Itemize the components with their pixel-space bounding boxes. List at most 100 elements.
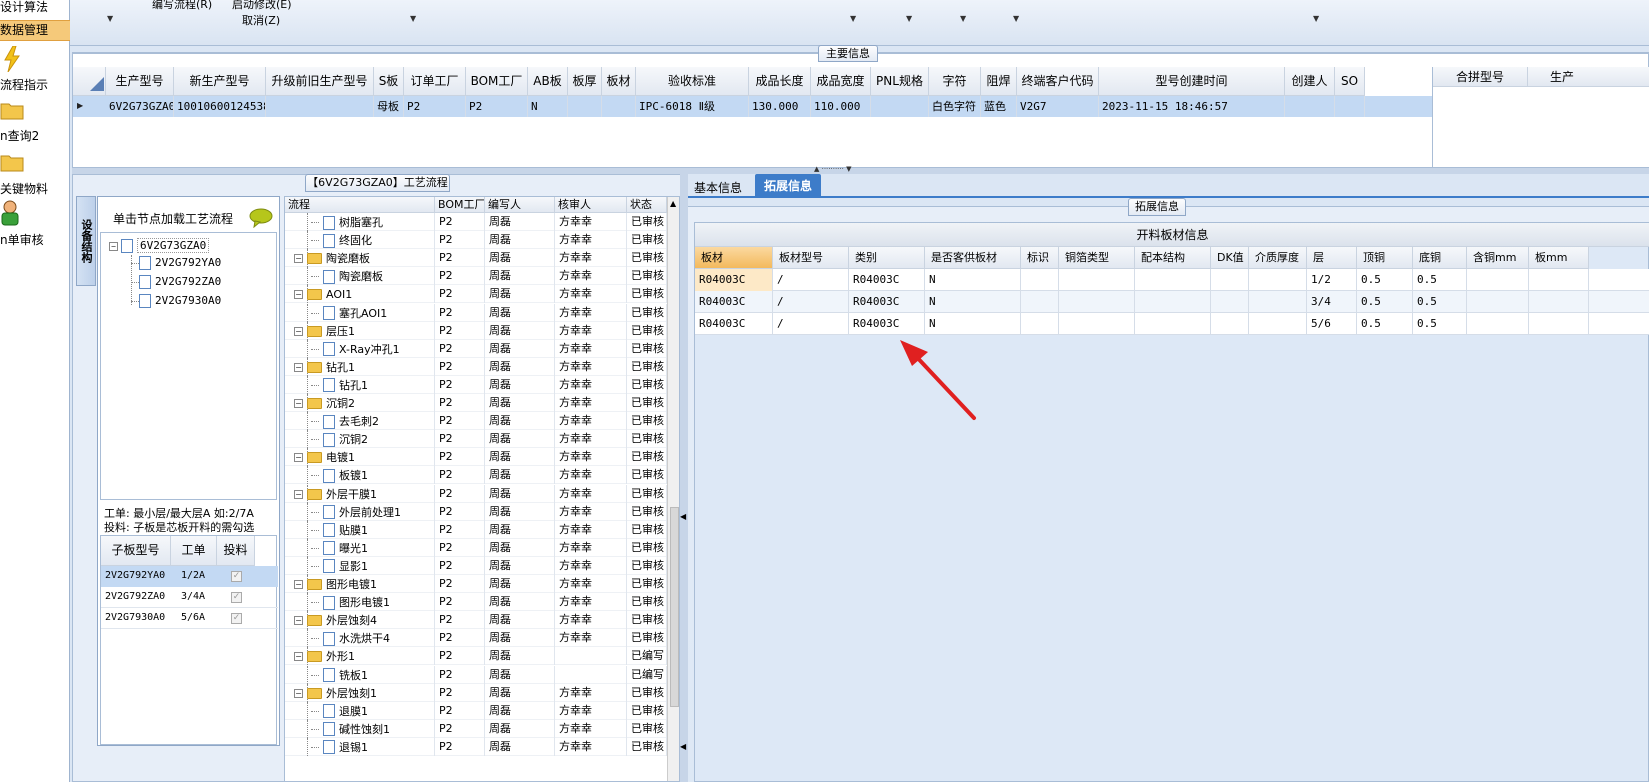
table-cell[interactable]: 10010600124538	[174, 96, 266, 117]
table-row[interactable]: 去毛刺2 P2 周磊 方幸幸 已审核	[285, 412, 667, 431]
table-cell[interactable]	[1059, 269, 1135, 291]
table-cell[interactable]	[1249, 291, 1307, 313]
table-cell[interactable]: V2G7	[1017, 96, 1099, 117]
nav-item-data-mgmt[interactable]: 数据管理	[0, 20, 70, 41]
table-cell[interactable]	[1335, 96, 1365, 117]
process-node[interactable]: − 陶瓷磨板	[285, 249, 435, 268]
table-row[interactable]: 曝光1 P2 周磊 方幸幸 已审核	[285, 538, 667, 557]
table-row[interactable]: 树脂塞孔 P2 周磊 方幸幸 已审核	[285, 213, 667, 231]
dropdown-arrow-icon[interactable]: ▼	[1013, 14, 1019, 23]
table-row[interactable]: − AOI1 P2 周磊 方幸幸 已审核	[285, 285, 667, 304]
column-header[interactable]: 升级前旧生产型号	[266, 67, 374, 96]
process-node[interactable]: − 外层蚀刻4	[285, 611, 435, 630]
column-header[interactable]: 编写人	[485, 197, 555, 213]
column-header[interactable]: 底铜	[1413, 247, 1467, 269]
process-node[interactable]: − 外层蚀刻1	[285, 683, 435, 702]
table-cell[interactable]	[1467, 291, 1529, 313]
table-row[interactable]: − 图形电镀1 P2 周磊 方幸幸 已审核	[285, 575, 667, 593]
column-header[interactable]: DK值	[1211, 247, 1249, 269]
table-cell[interactable]	[1021, 269, 1059, 291]
process-node[interactable]: X-Ray冲孔1	[285, 339, 435, 358]
column-header[interactable]: 标识	[1021, 247, 1059, 269]
column-header[interactable]: 板材	[695, 247, 773, 269]
table-row[interactable]: − 电镀1 P2 周磊 方幸幸 已审核	[285, 448, 667, 467]
nav-item-process-guide[interactable]: 流程指示	[0, 76, 70, 92]
process-node[interactable]: 曝光1	[285, 538, 435, 557]
process-node[interactable]: − 沉铜2	[285, 394, 435, 412]
column-header[interactable]: 板mm	[1529, 247, 1589, 269]
column-header[interactable]: 订单工厂	[404, 67, 466, 96]
table-row[interactable]: − 沉铜2 P2 周磊 方幸幸 已审核	[285, 394, 667, 412]
table-cell[interactable]: 0.5	[1357, 313, 1413, 335]
table-cell[interactable]: 0.5	[1357, 291, 1413, 313]
table-cell[interactable]: 1/2	[1307, 269, 1357, 291]
table-cell[interactable]: P2	[466, 96, 528, 117]
process-node[interactable]: − 外层干膜1	[285, 484, 435, 503]
table-row[interactable]: − 外形1 P2 周磊 已编写	[285, 647, 667, 666]
table-cell[interactable]	[1249, 269, 1307, 291]
column-header[interactable]: 铜箔类型	[1059, 247, 1135, 269]
nav-item-key-material[interactable]: 关键物料	[0, 180, 70, 196]
table-cell[interactable]	[1529, 291, 1589, 313]
table-cell[interactable]	[1211, 313, 1249, 335]
process-node[interactable]: 陶瓷磨板	[285, 267, 435, 286]
collapse-icon[interactable]: −	[294, 453, 303, 463]
column-header[interactable]: 新生产型号	[174, 67, 266, 96]
table-cell[interactable]	[1135, 313, 1211, 335]
table-row[interactable]: R04003C / R04003C N 1/2 0.5 0.5	[695, 269, 1649, 291]
column-header[interactable]: AB板	[528, 67, 568, 96]
feed-checkbox[interactable]: ✓	[231, 571, 242, 582]
table-cell[interactable]	[602, 96, 636, 117]
column-header[interactable]: 状态	[627, 197, 667, 213]
tree-node[interactable]: 2V2G792YA0	[131, 256, 221, 270]
table-cell[interactable]: 5/6	[1307, 313, 1357, 335]
collapse-icon[interactable]: −	[109, 241, 118, 251]
collapse-icon[interactable]: −	[294, 688, 303, 698]
table-cell[interactable]: N	[925, 269, 1021, 291]
table-row[interactable]: 贴膜1 P2 周磊 方幸幸 已审核	[285, 520, 667, 539]
feed-checkbox[interactable]: ✓	[231, 592, 242, 603]
table-cell[interactable]: N	[528, 96, 568, 117]
table-cell[interactable]	[1529, 313, 1589, 335]
vertical-splitter[interactable]: ◀ ◀	[680, 174, 688, 782]
process-node[interactable]: 塞孔AOI1	[285, 303, 435, 322]
collapse-icon[interactable]: −	[294, 580, 303, 589]
column-header[interactable]: 配本结构	[1135, 247, 1211, 269]
process-node[interactable]: 沉铜2	[285, 430, 435, 449]
tab-structure[interactable]: 设备结构	[76, 196, 96, 286]
table-cell[interactable]	[1467, 269, 1529, 291]
column-header[interactable]: S板	[374, 67, 404, 96]
table-cell[interactable]: R04003C	[849, 269, 925, 291]
process-node[interactable]: 退锡1	[285, 737, 435, 756]
dropdown-arrow-icon[interactable]: ▼	[107, 14, 113, 23]
dropdown-arrow-icon[interactable]: ▼	[960, 14, 966, 23]
table-row[interactable]: − 陶瓷磨板 P2 周磊 方幸幸 已审核	[285, 249, 667, 268]
table-cell[interactable]: R04003C	[695, 269, 773, 291]
tree-node[interactable]: 2V2G7930A0	[131, 294, 221, 308]
column-header[interactable]: 顶铜	[1357, 247, 1413, 269]
table-cell[interactable]: IPC-6018 Ⅱ级	[636, 96, 749, 117]
table-cell[interactable]	[1467, 313, 1529, 335]
table-cell[interactable]: 2023-11-15 18:46:57	[1099, 96, 1285, 117]
table-row[interactable]: − 外层蚀刻4 P2 周磊 方幸幸 已审核	[285, 611, 667, 630]
nav-item-query2[interactable]: n查询2	[0, 127, 70, 143]
table-cell[interactable]	[871, 96, 929, 117]
collapse-icon[interactable]: −	[294, 290, 303, 300]
column-header[interactable]: PNL规格	[871, 67, 929, 96]
column-header[interactable]: 介质厚度	[1249, 247, 1307, 269]
table-row[interactable]: 沉铜2 P2 周磊 方幸幸 已审核	[285, 430, 667, 449]
table-row[interactable]: 外层前处理1 P2 周磊 方幸幸 已审核	[285, 502, 667, 521]
table-row[interactable]: 退膜1 P2 周磊 方幸幸 已审核	[285, 701, 667, 720]
table-cell[interactable]	[1021, 291, 1059, 313]
table-cell[interactable]	[1021, 313, 1059, 335]
process-node[interactable]: 贴膜1	[285, 520, 435, 539]
column-header[interactable]: SO	[1335, 67, 1365, 96]
table-row[interactable]: 碱性蚀刻1 P2 周磊 方幸幸 已审核	[285, 719, 667, 738]
table-cell[interactable]: 母板	[374, 96, 404, 117]
table-cell[interactable]: 110.000	[811, 96, 871, 117]
column-header[interactable]: 板厚	[568, 67, 602, 96]
tree-node[interactable]: 2V2G792ZA0	[131, 275, 221, 289]
collapse-icon[interactable]: −	[294, 489, 303, 499]
dropdown-arrow-icon[interactable]: ▼	[850, 14, 856, 23]
process-node[interactable]: − 钻孔1	[285, 357, 435, 376]
